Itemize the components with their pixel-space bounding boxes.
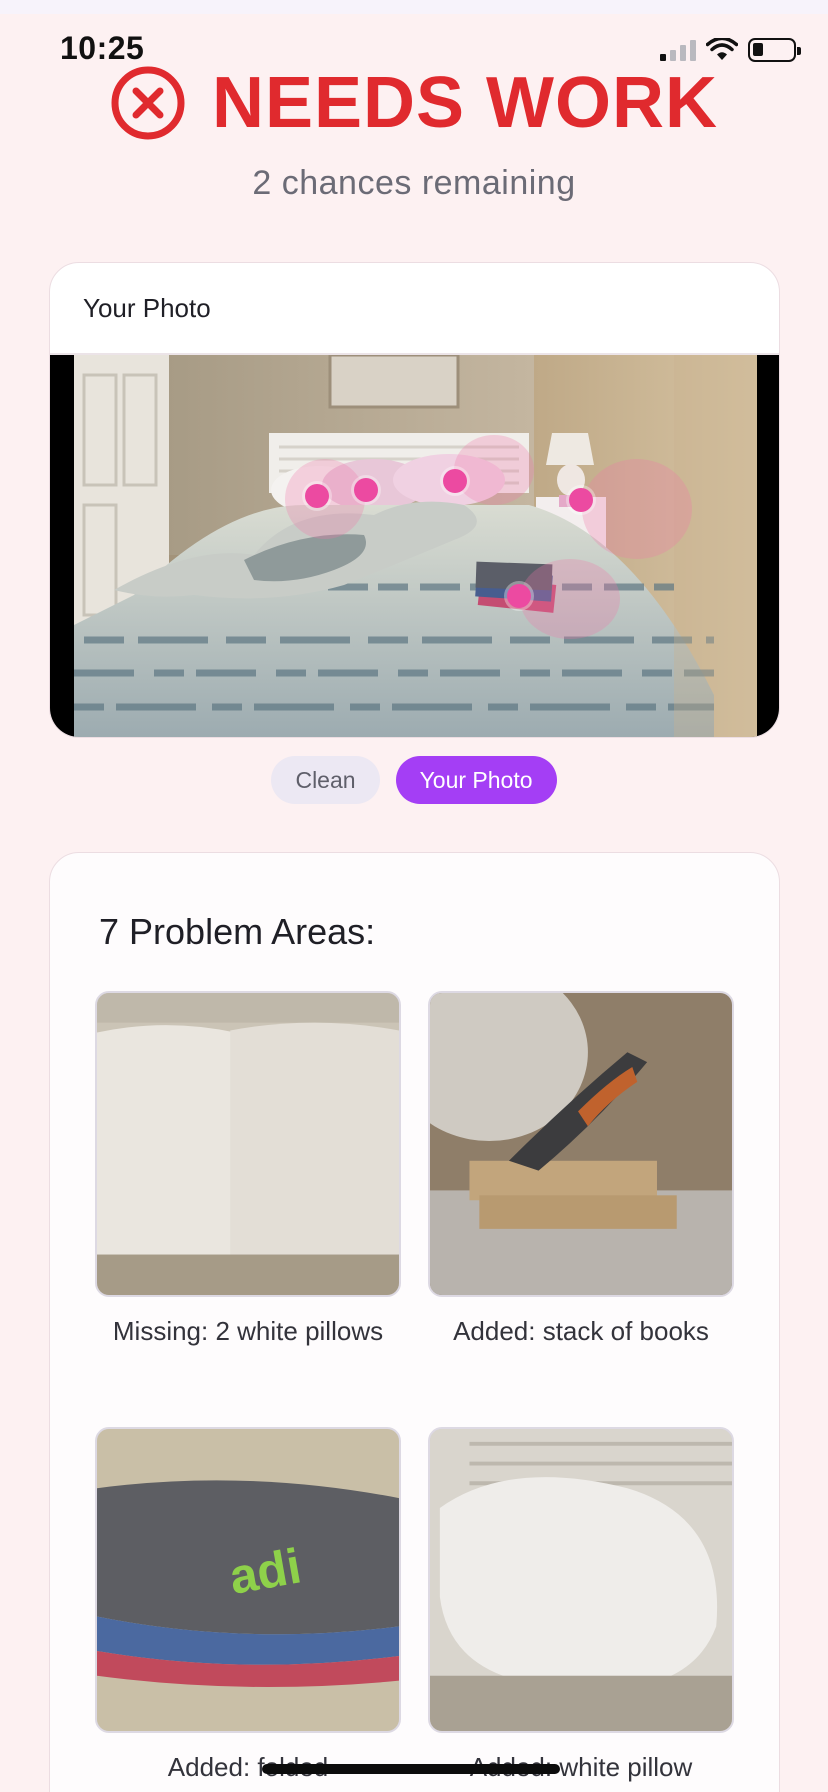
- problem-halo: [454, 435, 534, 505]
- status-title: NEEDS WORK: [211, 63, 719, 143]
- toggle-your-photo[interactable]: Your Photo: [395, 756, 557, 804]
- chances-remaining: 2 chances remaining: [252, 164, 576, 202]
- bedroom-photo[interactable]: [50, 355, 779, 737]
- close-circle-icon: [111, 66, 185, 140]
- result-header: NEEDS WORK: [0, 62, 828, 144]
- problem-halo: [520, 559, 620, 639]
- problem-thumbnail[interactable]: [95, 991, 401, 1297]
- problem-marker[interactable]: [507, 584, 531, 608]
- problem-halo: [582, 459, 692, 559]
- problem-caption: Missing: 2 white pillows: [112, 1316, 384, 1346]
- problem-caption: Added: stack of books: [453, 1316, 709, 1346]
- view-toggle: Clean Your Photo: [0, 756, 828, 804]
- photo-card: Your Photo: [49, 262, 780, 738]
- cellular-signal-icon: [660, 39, 696, 61]
- problem-marker[interactable]: [443, 469, 467, 493]
- problem-marker[interactable]: [569, 488, 593, 512]
- problem-marker[interactable]: [354, 478, 378, 502]
- problem-thumbnail[interactable]: [428, 991, 734, 1297]
- top-strip: [0, 0, 828, 14]
- problems-card: 7 Problem Areas: Missing: 2 white pillow…: [49, 852, 780, 1792]
- problems-title: 7 Problem Areas:: [99, 911, 376, 952]
- home-indicator[interactable]: [262, 1764, 560, 1774]
- wifi-icon: [706, 38, 738, 60]
- status-icons: [660, 36, 801, 64]
- problem-thumbnail[interactable]: [428, 1427, 734, 1733]
- toggle-clean[interactable]: Clean: [271, 756, 380, 804]
- battery-icon: [748, 38, 801, 62]
- photo-card-title: Your Photo: [83, 293, 211, 323]
- problem-marker[interactable]: [305, 484, 329, 508]
- problem-thumbnail[interactable]: adi: [95, 1427, 401, 1733]
